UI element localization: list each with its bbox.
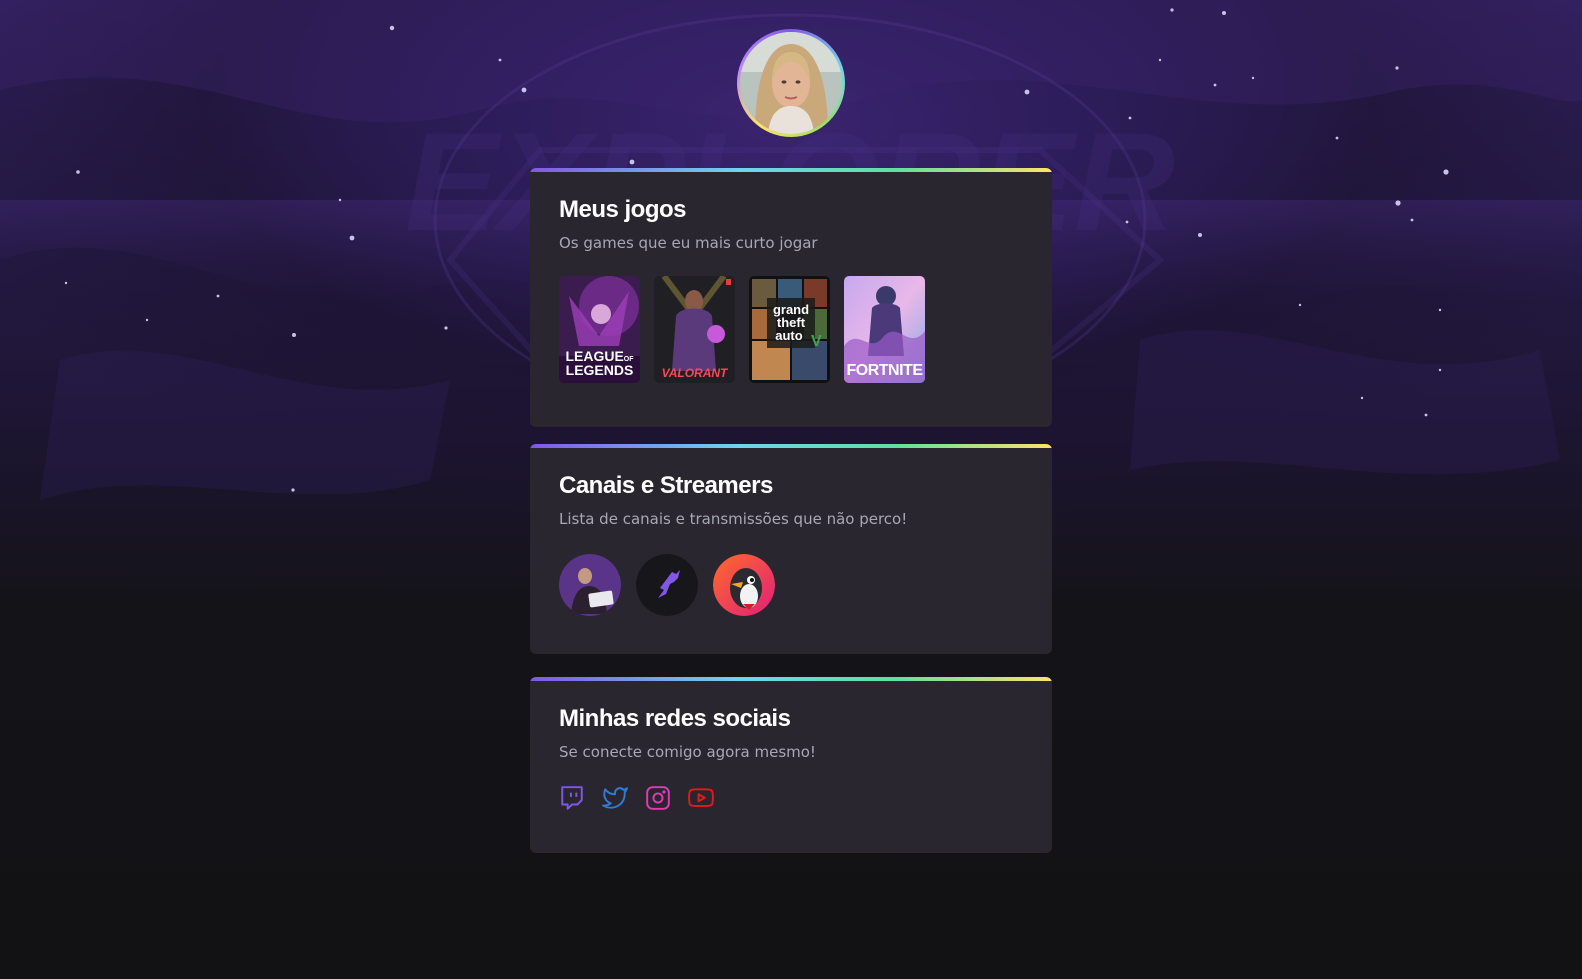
twitter-icon (602, 787, 628, 809)
game-gta-v[interactable]: grand theft auto V (749, 276, 830, 383)
profile-avatar (740, 32, 842, 134)
profile-avatar-ring (737, 29, 845, 137)
instagram-link[interactable] (645, 785, 671, 811)
twitch-link[interactable] (559, 785, 585, 811)
lol-label-top: LEAGUEOF (565, 348, 634, 364)
social-links (559, 785, 1023, 811)
streamer-1-image (559, 554, 621, 616)
streamers-subtitle: Lista de canais e transmissões que não p… (559, 510, 908, 528)
streamer-avatar-3[interactable] (713, 554, 775, 616)
games-title: Meus jogos (559, 196, 687, 223)
gta-v-cover: grand theft auto V (749, 276, 830, 383)
games-subtitle: Os games que eu mais curto jogar (559, 234, 818, 252)
streamers-card: Canais e Streamers Lista de canais e tra… (530, 444, 1052, 654)
streamer-2-image (636, 554, 698, 616)
game-valorant[interactable]: VALORANT (654, 276, 735, 383)
streamers-list (559, 554, 1023, 616)
social-card: Minhas redes sociais Se conecte comigo a… (530, 677, 1052, 853)
social-subtitle: Se conecte comigo agora mesmo! (559, 743, 816, 761)
instagram-icon (646, 786, 670, 810)
lol-label-bottom: LEGENDS (565, 362, 634, 378)
streamers-title: Canais e Streamers (559, 472, 773, 499)
game-fortnite[interactable]: FORTNITE (844, 276, 925, 383)
streamer-avatar-2[interactable] (636, 554, 698, 616)
social-title: Minhas redes sociais (559, 705, 791, 732)
twitter-link[interactable] (602, 785, 628, 811)
games-list: LEAGUEOF LEGENDS VALORANT grand theft au… (559, 276, 1023, 383)
youtube-icon (688, 788, 714, 808)
svg-text:V: V (811, 333, 822, 350)
games-card: Meus jogos Os games que eu mais curto jo… (530, 168, 1052, 427)
streamer-avatar-1[interactable] (559, 554, 621, 616)
streamer-3-image (713, 554, 775, 616)
profile-photo (740, 32, 842, 134)
youtube-link[interactable] (688, 785, 714, 811)
fortnite-label: FORTNITE (846, 362, 924, 379)
svg-text:auto: auto (775, 328, 803, 343)
valorant-label: VALORANT (661, 366, 728, 380)
game-league-of-legends[interactable]: LEAGUEOF LEGENDS (559, 276, 640, 383)
twitch-icon (561, 786, 583, 810)
